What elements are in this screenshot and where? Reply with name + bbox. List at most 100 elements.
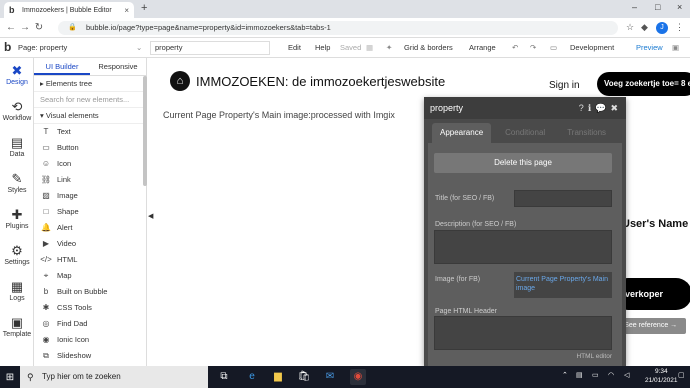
nav-template[interactable]: ▣ Template [0,316,34,339]
file-explorer-icon[interactable]: ▆ [270,369,286,385]
tab-responsive[interactable]: Responsive [90,58,146,75]
star-icon[interactable]: ☆ [626,22,634,33]
user-name-text[interactable]: User's Name [622,218,688,230]
network-icon[interactable]: ▤ [576,371,583,379]
element-item[interactable]: □ Shape [34,204,146,220]
site-header: ⌂ IMMOZOEKEN: de immozoekertjeswebsite [170,71,445,91]
mail-icon[interactable]: ✉ [322,369,338,385]
store-icon[interactable]: 🛍 [296,369,312,385]
nav-workflow[interactable]: ⟲ Workflow [0,100,34,123]
comment-icon[interactable]: 💬 [595,103,610,113]
html-editor-link[interactable]: HTML editor [576,353,612,360]
tab-transitions[interactable]: Transitions [559,123,614,143]
elements-tree-toggle[interactable]: ▸ Elements tree [34,76,146,92]
development-dropdown[interactable]: Development [570,43,614,52]
page-name-input[interactable]: property [150,41,270,55]
url-input[interactable]: 🔒 bubble.io/page?type=page&name=property… [58,21,618,35]
account-icon[interactable]: ▣ [672,43,679,52]
seo-title-input[interactable] [514,190,612,207]
new-tab-button[interactable]: + [141,2,147,14]
grid-borders-dropdown[interactable]: Grid & borders [404,43,453,52]
add-listing-button[interactable]: Voeg zoekertje toe= 8 eu [597,72,690,96]
battery-icon[interactable]: ▭ [592,371,599,379]
nav-plugins[interactable]: ✚ Plugins [0,208,34,231]
undo-icon[interactable]: ↶ [512,43,518,52]
minimize-icon[interactable]: – [632,2,637,12]
reload-icon[interactable]: ↻ [32,22,46,33]
element-item[interactable]: ☺ Icon [34,156,146,172]
volume-icon[interactable]: ◁ [624,371,629,379]
edge-icon[interactable]: e [244,369,260,385]
responsive-icon[interactable]: ▭ [550,43,557,52]
tab-conditional[interactable]: Conditional [497,123,553,143]
tab-ui-builder[interactable]: UI Builder [34,58,90,75]
element-item-label: Text [57,127,71,136]
delete-page-button[interactable]: Delete this page [434,153,612,173]
chrome-icon[interactable]: ◉ [350,369,366,385]
sign-in-link[interactable]: Sign in [549,80,580,91]
help-menu[interactable]: Help [315,43,330,52]
see-reference-label: See reference → [624,322,678,329]
extension-icon[interactable]: ◆ [641,22,648,33]
edit-menu[interactable]: Edit [288,43,301,52]
notification-icon[interactable]: ▢ [678,371,685,379]
element-item[interactable]: </> HTML [34,252,146,268]
dynamic-image-text[interactable]: Current Page Property's Main image:proce… [163,110,395,120]
help-icon[interactable]: ? [579,103,588,113]
house-logo-icon[interactable]: ⌂ [170,71,190,91]
panel-scrollbar[interactable] [143,76,147,186]
visual-elements-toggle[interactable]: ▾ Visual elements [34,108,146,124]
nav-styles[interactable]: ✎ Styles [0,172,34,195]
property-body: Delete this page Title (for SEO / FB) De… [428,143,622,366]
element-item[interactable]: ◉ Ionic Icon [34,332,146,348]
element-item[interactable]: ▭ Button [34,140,146,156]
element-item[interactable]: 🔔 Alert [34,220,146,236]
gift-icon[interactable]: ✦ [386,43,392,52]
element-item[interactable]: ⌖ Map [34,268,146,284]
nav-data[interactable]: ▤ Data [0,136,34,159]
wifi-icon[interactable]: ◠ [608,371,614,379]
nav-design[interactable]: ✖ Design [0,64,34,87]
element-item[interactable]: T Text [34,124,146,140]
element-item[interactable]: ⧉ Slideshow [34,348,146,364]
bubble-logo-icon[interactable]: b [4,41,11,53]
taskbar-search-input[interactable]: ⚲ Typ hier om te zoeken [20,366,208,388]
windows-start-icon[interactable]: ⊞ [0,372,20,383]
element-item[interactable]: ◎ Find Dad [34,316,146,332]
tray-chevron-icon[interactable]: ⌃ [562,371,568,379]
chevron-down-icon[interactable]: ⌄ [136,43,142,52]
property-editor-header[interactable]: property ?ℹ💬✖ [424,97,626,119]
redo-icon[interactable]: ↷ [530,43,536,52]
element-item[interactable]: ▶ Video [34,236,146,252]
browser-menu-icon[interactable]: ⋮ [675,22,684,33]
forward-icon[interactable]: → [18,22,32,33]
site-title[interactable]: IMMOZOEKEN: de immozoekertjeswebsite [196,74,445,89]
page-selector[interactable]: Page: property [18,43,67,52]
html-header-input[interactable] [434,316,612,350]
window-close-icon[interactable]: × [677,2,682,12]
back-icon[interactable]: ← [4,22,18,33]
seo-description-input[interactable] [434,230,612,264]
tab-close-icon[interactable]: × [124,6,129,15]
profile-avatar[interactable]: J [656,22,668,34]
tab-appearance[interactable]: Appearance [432,123,492,143]
task-view-icon[interactable]: ⧉ [216,369,232,385]
nav-logs[interactable]: ▦ Logs [0,280,34,303]
element-item[interactable]: ▨ Image [34,188,146,204]
maximize-icon[interactable]: □ [655,2,660,12]
fb-image-input[interactable]: Current Page Property's Main image [514,272,612,298]
element-item[interactable]: ✱ CSS Tools [34,300,146,316]
element-search-input[interactable]: Search for new elements... [34,92,146,108]
close-icon[interactable]: ✖ [610,103,622,113]
element-item-label: Image [57,191,78,200]
collapse-panel-icon[interactable]: ◀ [148,212,153,220]
arrange-dropdown[interactable]: Arrange [469,43,496,52]
element-item-label: Slideshow [57,351,92,360]
browser-tab[interactable]: b Immozoekers | Bubble Editor × [4,2,134,18]
clock[interactable]: 9:34 21/01/2021 [645,367,678,385]
element-item[interactable]: b Built on Bubble [34,284,146,300]
element-item[interactable]: ⛓ Link [34,172,146,188]
element-list: T Text ▭ Button ☺ Icon ⛓ Link ▨ Image □ Shape 🔔 Alert… [34,124,146,364]
nav-settings[interactable]: ⚙ Settings [0,244,34,267]
preview-button[interactable]: Preview [636,43,663,52]
